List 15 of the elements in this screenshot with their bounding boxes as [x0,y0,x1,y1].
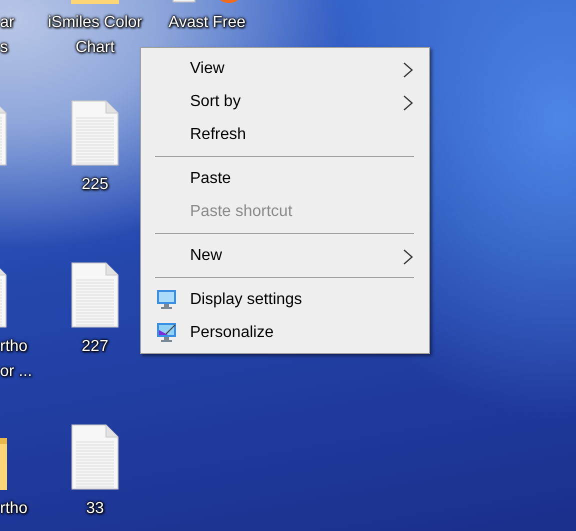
icon-label: iSmiles Color Chart [48,13,142,58]
menu-item[interactable]: New [141,239,429,272]
menu-item[interactable]: Refresh [141,118,429,151]
icon-label: ar s [0,13,14,58]
icon-label: 225 [82,175,108,195]
menu-item[interactable]: View [141,52,429,85]
icon-label: rtho [0,499,28,519]
icon-label: Avast Free [168,13,246,33]
menu-item[interactable]: Paste [141,162,429,195]
icon-label: 227 [82,337,108,357]
icon-label: 33 [86,499,104,519]
menu-item[interactable]: Personalize [141,316,429,349]
icon-label: rtho or ... [0,337,32,382]
menu-item[interactable]: Sort by [141,85,429,118]
menu-item[interactable]: Display settings [141,283,429,316]
